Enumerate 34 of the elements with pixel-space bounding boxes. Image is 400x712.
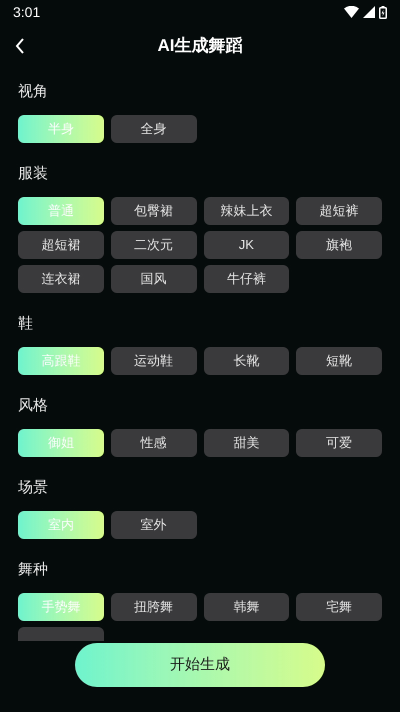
section-title: 服装 [18,164,49,184]
start-generate-button[interactable]: 开始生成 [75,643,325,687]
option-chip[interactable]: 韩舞 [204,593,290,621]
option-chip[interactable]: 超短裙 [18,231,104,259]
status-time: 3:01 [13,2,40,22]
option-chip[interactable]: 可爱 [296,429,382,457]
page-title: AI生成舞蹈 [158,35,242,58]
option-chip[interactable]: 连衣裙 [18,265,104,293]
signal-icon [363,6,375,18]
option-chip[interactable]: 国风 [110,265,196,293]
option-chip[interactable]: 室外 [110,511,196,539]
option-chip[interactable]: 超短裤 [296,197,382,225]
option-chip[interactable]: 扭胯舞 [110,593,196,621]
option-chip[interactable]: 全身 [110,115,196,143]
back-icon [15,38,25,54]
wifi-icon [344,6,359,18]
option-chip[interactable]: 牛仔裤 [204,265,290,293]
option-chip[interactable]: 宅舞 [296,593,382,621]
option-chip[interactable]: 运动鞋 [110,347,196,375]
battery-icon [379,6,387,18]
section-title: 风格 [18,396,49,416]
section-title: 鞋 [18,314,34,334]
section-title: 场景 [18,478,49,498]
option-chip[interactable]: 包臀裙 [110,197,196,225]
option-chip[interactable]: JK [204,231,290,259]
section-title: 视角 [18,82,49,102]
option-chip[interactable]: 辣妹上衣 [204,197,290,225]
option-chip[interactable]: 长靴 [204,347,290,375]
option-chip[interactable]: 旗袍 [296,231,382,259]
section-title: 舞种 [18,560,49,580]
option-chip[interactable]: 性感 [110,429,196,457]
option-chip[interactable]: 二次元 [110,231,196,259]
option-chip[interactable]: 短靴 [296,347,382,375]
option-chip[interactable]: 甜美 [204,429,290,457]
